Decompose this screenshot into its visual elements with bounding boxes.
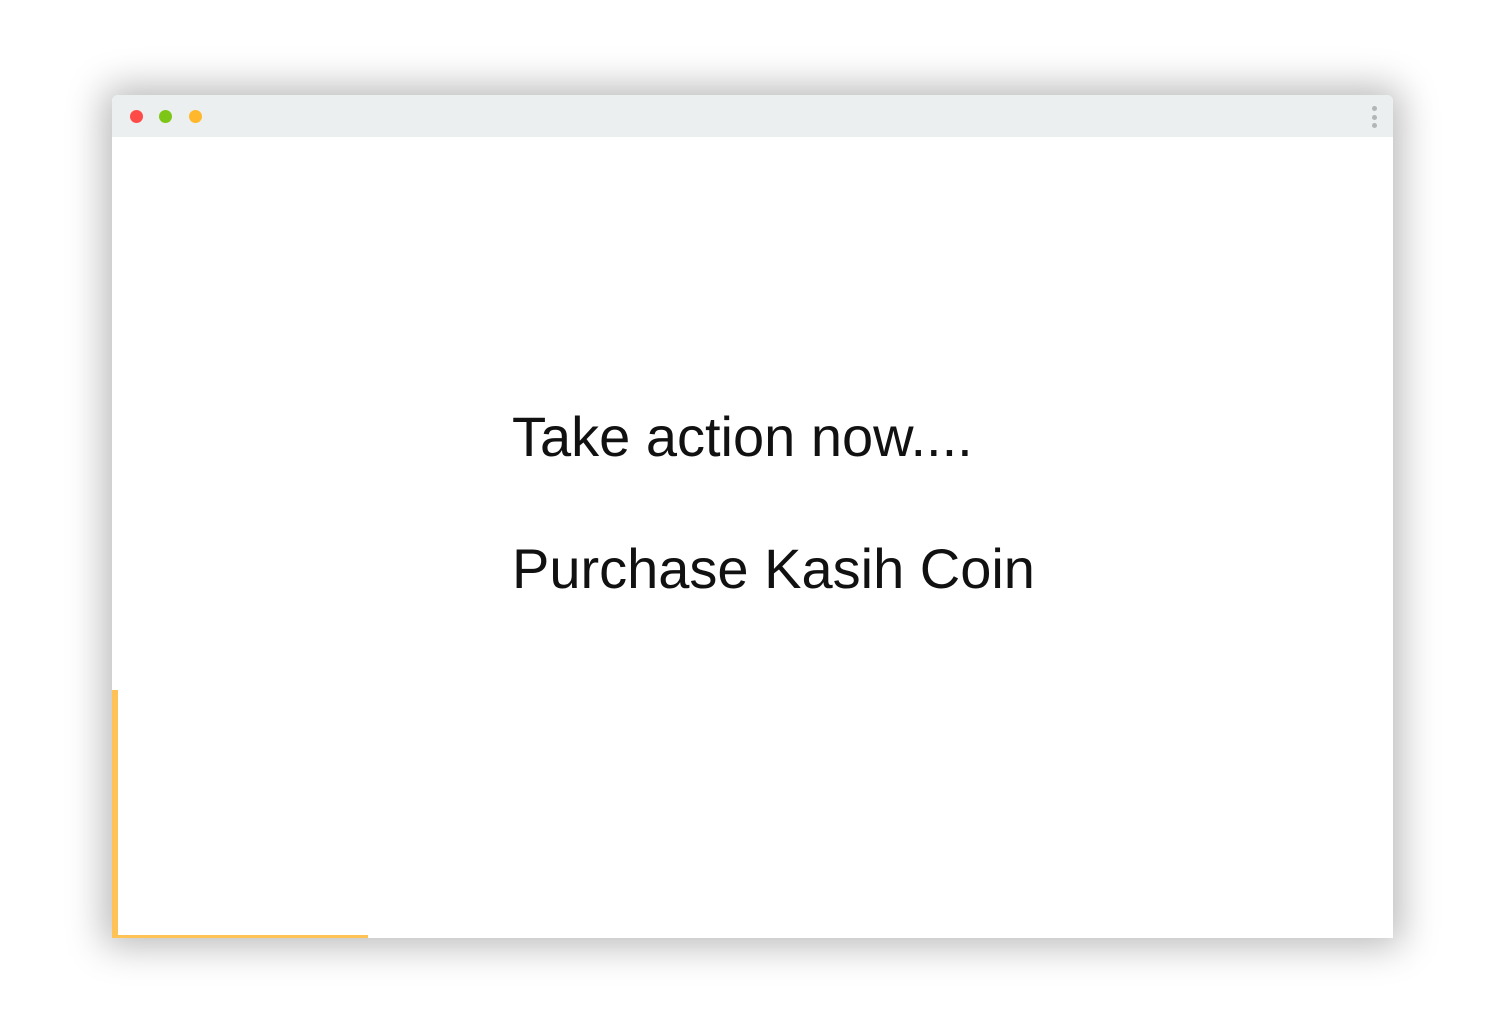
- accent-bar-left: [112, 690, 118, 938]
- title-bar: [112, 95, 1393, 137]
- browser-window: Take action now.... Purchase Kasih Coin: [112, 95, 1393, 938]
- page-background: Take action now.... Purchase Kasih Coin: [0, 0, 1504, 1018]
- kebab-dot: [1371, 106, 1377, 111]
- accent-bar-bottom: [112, 935, 368, 938]
- page-viewport: Take action now.... Purchase Kasih Coin: [112, 137, 1393, 938]
- minimize-window-button[interactable]: [159, 110, 172, 123]
- kebab-dot: [1371, 123, 1377, 128]
- purchase-coin-text: Purchase Kasih Coin: [512, 537, 1035, 600]
- kebab-dot: [1371, 114, 1377, 120]
- maximize-window-button[interactable]: [189, 110, 202, 123]
- call-to-action-heading: Take action now....: [512, 405, 973, 468]
- more-vertical-icon[interactable]: [1371, 105, 1377, 129]
- close-window-button[interactable]: [130, 110, 143, 123]
- main-content: Take action now.... Purchase Kasih Coin: [512, 405, 1035, 601]
